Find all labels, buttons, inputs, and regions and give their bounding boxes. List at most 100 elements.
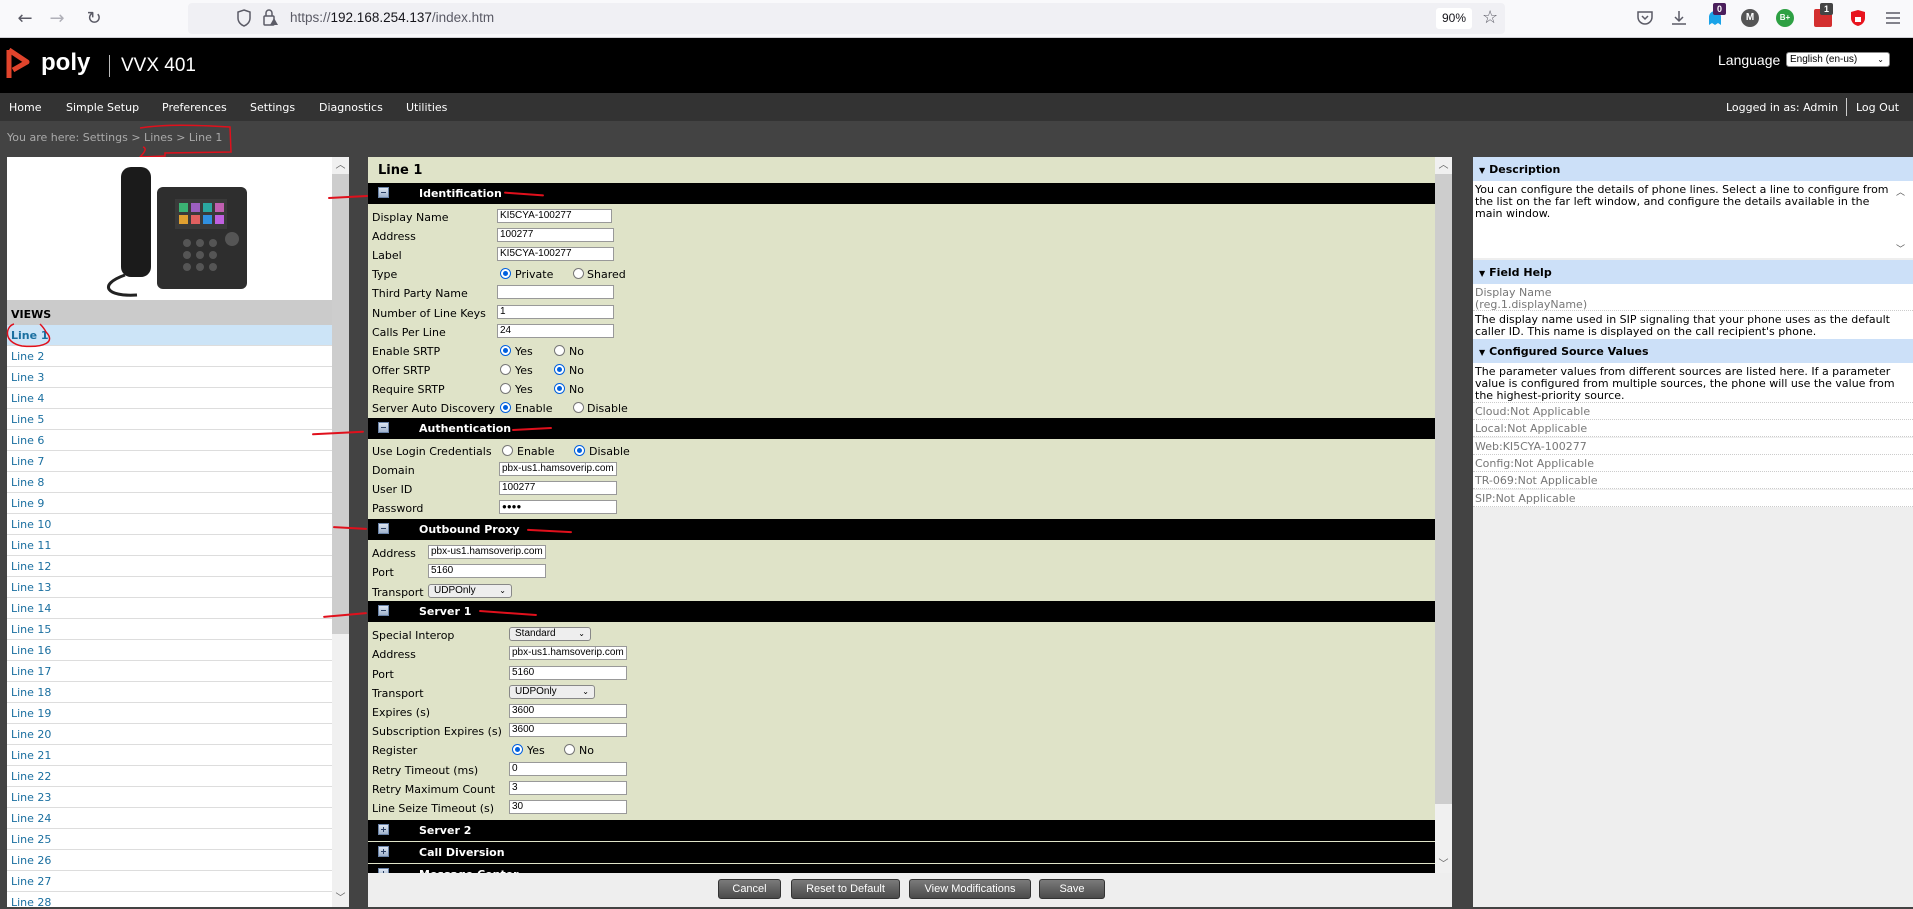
- scrollbar-thumb[interactable]: [332, 174, 349, 634]
- description-heading[interactable]: ▼ Description: [1473, 157, 1913, 181]
- sidebar-item-line[interactable]: Line 5: [7, 409, 332, 430]
- special-interop-select[interactable]: Standard ⌄: [509, 627, 591, 641]
- sidebar-item-line[interactable]: Line 20: [7, 724, 332, 745]
- adblock-shield-icon[interactable]: [1849, 9, 1867, 27]
- menu-preferences[interactable]: Preferences: [162, 101, 227, 114]
- extension-bplus-icon[interactable]: B+: [1776, 9, 1794, 27]
- collapse-icon[interactable]: [378, 187, 389, 198]
- sidebar-item-line[interactable]: Line 24: [7, 808, 332, 829]
- download-icon[interactable]: [1670, 9, 1688, 27]
- url-text[interactable]: https://192.168.254.137/index.htm: [290, 10, 494, 25]
- sidebar-item-line[interactable]: Line 26: [7, 850, 332, 871]
- sidebar-item-line[interactable]: Line 7: [7, 451, 332, 472]
- sidebar-item-line[interactable]: Line 11: [7, 535, 332, 556]
- proxy-port-input[interactable]: 5160: [428, 564, 546, 578]
- collapse-icon[interactable]: [378, 523, 389, 534]
- back-icon[interactable]: ←: [14, 8, 36, 30]
- address-input[interactable]: 100277: [497, 228, 614, 242]
- user-id-input[interactable]: 100277: [499, 481, 617, 495]
- sidebar-item-line[interactable]: Line 15: [7, 619, 332, 640]
- auto-discovery-disable-radio[interactable]: [573, 402, 584, 413]
- language-select[interactable]: English (en-us) ⌄: [1786, 52, 1890, 67]
- scroll-down-icon[interactable]: ﹀: [1435, 856, 1452, 873]
- offer-srtp-no-radio[interactable]: [554, 364, 565, 375]
- password-input[interactable]: ●●●●: [499, 500, 617, 514]
- sidebar-item-line[interactable]: Line 17: [7, 661, 332, 682]
- configured-sources-heading[interactable]: ▼ Configured Source Values: [1473, 339, 1913, 363]
- use-login-enable-radio[interactable]: [502, 445, 513, 456]
- auto-discovery-enable-radio[interactable]: [500, 402, 511, 413]
- scrollbar-thumb[interactable]: [1435, 174, 1452, 804]
- sidebar-item-line[interactable]: Line 22: [7, 766, 332, 787]
- pocket-icon[interactable]: [1636, 9, 1654, 27]
- subscription-expires-input[interactable]: 3600: [509, 723, 627, 737]
- menu-utilities[interactable]: Utilities: [406, 101, 447, 114]
- menu-diagnostics[interactable]: Diagnostics: [319, 101, 383, 114]
- third-party-name-input[interactable]: [497, 285, 614, 299]
- menu-home[interactable]: Home: [9, 101, 41, 114]
- forward-icon[interactable]: →: [46, 8, 68, 30]
- left-scrollbar[interactable]: ︿ ﹀: [332, 157, 349, 907]
- sidebar-item-line[interactable]: Line 2: [7, 346, 332, 367]
- sidebar-item-line[interactable]: Line 3: [7, 367, 332, 388]
- register-no-radio[interactable]: [564, 744, 575, 755]
- scroll-up-icon[interactable]: ︿: [1435, 157, 1452, 174]
- server-transport-select[interactable]: UDPOnly ⌄: [509, 685, 595, 699]
- sidebar-item-line[interactable]: Line 13: [7, 577, 332, 598]
- require-srtp-no-radio[interactable]: [554, 383, 565, 394]
- scroll-down-icon[interactable]: ﹀: [332, 890, 349, 907]
- sidebar-item-line[interactable]: Line 1: [7, 325, 332, 346]
- sidebar-item-line[interactable]: Line 9: [7, 493, 332, 514]
- section-message-center[interactable]: Message Center: [368, 864, 1435, 873]
- proxy-transport-select[interactable]: UDPOnly ⌄: [428, 584, 512, 598]
- sidebar-item-line[interactable]: Line 12: [7, 556, 332, 577]
- line-seize-timeout-input[interactable]: 30: [509, 800, 627, 814]
- calls-per-line-input[interactable]: 24: [497, 324, 614, 338]
- poly-logo[interactable]: poly: [5, 44, 105, 86]
- reset-to-default-button[interactable]: Reset to Default: [791, 879, 900, 899]
- sidebar-item-line[interactable]: Line 25: [7, 829, 332, 850]
- sidebar-item-line[interactable]: Line 18: [7, 682, 332, 703]
- cancel-button[interactable]: Cancel: [718, 879, 781, 899]
- sidebar-item-line[interactable]: Line 27: [7, 871, 332, 892]
- enable-srtp-no-radio[interactable]: [554, 345, 565, 356]
- type-private-radio[interactable]: [500, 268, 511, 279]
- view-modifications-button[interactable]: View Modifications: [909, 879, 1031, 899]
- logout-link[interactable]: Log Out: [1856, 101, 1899, 114]
- server-port-input[interactable]: 5160: [509, 666, 627, 680]
- scroll-up-icon[interactable]: ︿: [1896, 185, 1905, 198]
- menu-settings[interactable]: Settings: [250, 101, 295, 114]
- sidebar-item-line[interactable]: Line 10: [7, 514, 332, 535]
- offer-srtp-yes-radio[interactable]: [500, 364, 511, 375]
- expires-input[interactable]: 3600: [509, 704, 627, 718]
- hamburger-menu-icon[interactable]: [1884, 9, 1902, 27]
- lock-warning-icon[interactable]: [262, 8, 278, 26]
- sidebar-item-line[interactable]: Line 19: [7, 703, 332, 724]
- retry-timeout-input[interactable]: 0: [509, 762, 627, 776]
- sidebar-item-line[interactable]: Line 6: [7, 430, 332, 451]
- require-srtp-yes-radio[interactable]: [500, 383, 511, 394]
- section-server-2[interactable]: Server 2: [368, 820, 1435, 841]
- domain-input[interactable]: pbx-us1.hamsoverip.com: [499, 462, 617, 476]
- retry-max-input[interactable]: 3: [509, 781, 627, 795]
- sidebar-item-line[interactable]: Line 14: [7, 598, 332, 619]
- use-login-disable-radio[interactable]: [574, 445, 585, 456]
- extension-m-icon[interactable]: M: [1741, 9, 1759, 27]
- section-call-diversion[interactable]: Call Diversion: [368, 842, 1435, 863]
- save-button[interactable]: Save: [1039, 879, 1105, 899]
- collapse-icon[interactable]: [378, 605, 389, 616]
- scroll-down-icon[interactable]: ﹀: [1896, 242, 1905, 255]
- reload-icon[interactable]: ↻: [83, 8, 105, 30]
- expand-icon[interactable]: [378, 824, 389, 835]
- sidebar-item-line[interactable]: Line 23: [7, 787, 332, 808]
- display-name-input[interactable]: KI5CYA-100277: [497, 209, 612, 223]
- sidebar-item-line[interactable]: Line 16: [7, 640, 332, 661]
- register-yes-radio[interactable]: [512, 744, 523, 755]
- zoom-level[interactable]: 90%: [1436, 8, 1472, 29]
- main-scrollbar[interactable]: ︿ ﹀: [1435, 157, 1452, 873]
- proxy-address-input[interactable]: pbx-us1.hamsoverip.com: [428, 545, 546, 559]
- collapse-icon[interactable]: [378, 422, 389, 433]
- type-shared-radio[interactable]: [573, 268, 584, 279]
- sidebar-item-line[interactable]: Line 28: [7, 892, 332, 907]
- field-help-heading[interactable]: ▼ Field Help: [1473, 260, 1913, 284]
